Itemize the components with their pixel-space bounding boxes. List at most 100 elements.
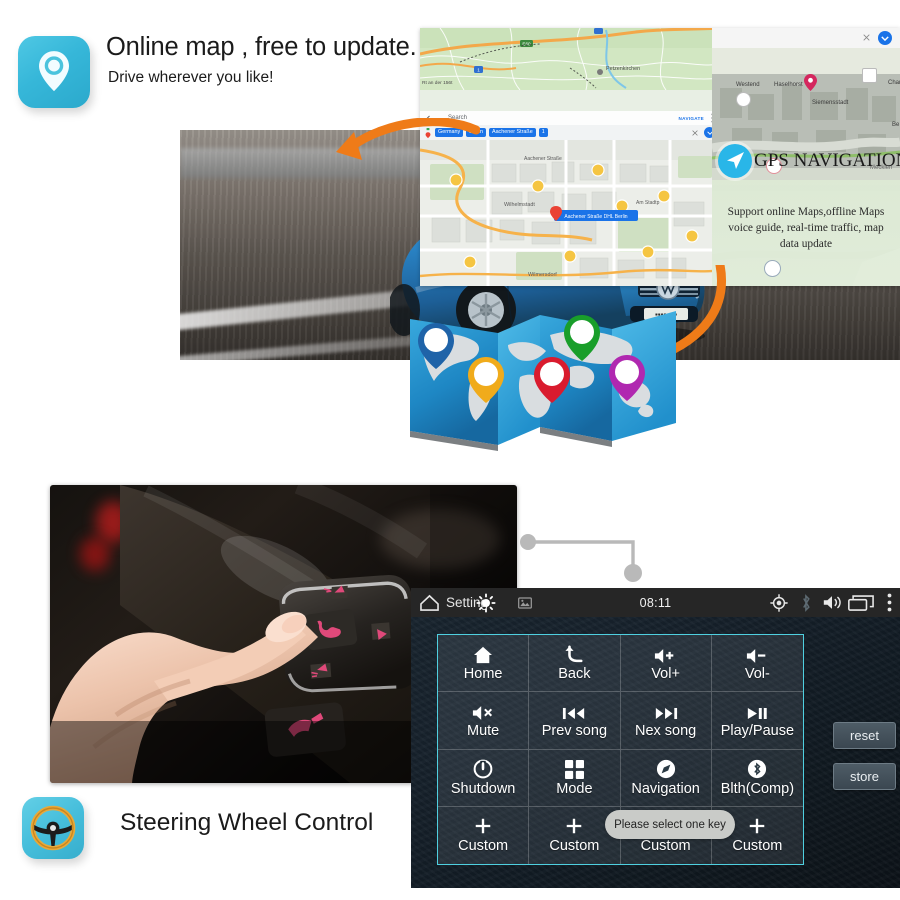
key-label: Blth(Comp) <box>720 780 795 797</box>
map-upper-svg: Petzenkirchen Rt an der 156t E60 1 <box>420 28 720 90</box>
navigate-button[interactable]: NAVIGATE <box>679 116 704 121</box>
reset-button[interactable]: reset <box>833 722 896 749</box>
connector-dot-right <box>624 564 642 582</box>
key-label: Vol- <box>744 666 770 683</box>
steering-wheel-control-block: Steering Wheel Control <box>22 797 422 873</box>
key-bluetooth-comp[interactable]: Blth(Comp) <box>711 749 803 807</box>
play-pause-icon <box>746 701 768 721</box>
svg-text:Am Stadtp: Am Stadtp <box>636 200 660 206</box>
recents-icon[interactable] <box>848 594 874 611</box>
map-address-chips[interactable]: Germany Berlin Aachener Straße 1 <box>420 125 720 140</box>
grid-mode-icon <box>564 759 584 779</box>
power-icon <box>473 759 493 779</box>
key-label: Custom <box>640 838 691 855</box>
map-search-bar[interactable]: Search NAVIGATE <box>420 111 720 125</box>
headline-text: Online map , free to update. Drive where… <box>106 33 446 87</box>
svg-text:Wilhelmstadt: Wilhelmstadt <box>504 202 535 208</box>
chevron-down-icon[interactable] <box>878 31 892 45</box>
svg-text:Aachener Straße DHL Berlin: Aachener Straße DHL Berlin <box>564 214 627 220</box>
key-back[interactable]: Back <box>529 635 621 693</box>
search-input[interactable]: Search <box>448 115 467 121</box>
poi-be: Be <box>892 122 900 128</box>
key-label: Navigation <box>631 780 700 797</box>
key-custom-1[interactable]: Custom <box>438 806 530 864</box>
close-icon[interactable] <box>692 129 698 136</box>
chip-city[interactable]: Berlin <box>466 128 486 137</box>
connector-line <box>520 534 642 582</box>
transit-icon <box>764 260 781 277</box>
origin-destination-icon <box>425 127 431 138</box>
back-arrow-icon[interactable] <box>425 114 434 123</box>
store-button[interactable]: store <box>833 763 896 790</box>
plus-icon <box>473 816 493 836</box>
volume-up-icon <box>654 644 677 664</box>
connector-dot-left <box>520 534 536 550</box>
svg-text:Petzenkirchen: Petzenkirchen <box>606 66 640 72</box>
key-label: Mode <box>556 780 593 797</box>
map-pin-icon <box>18 36 90 108</box>
overflow-menu-icon[interactable] <box>887 593 892 612</box>
close-icon[interactable] <box>863 34 870 41</box>
location-crosshair-icon[interactable] <box>770 593 788 612</box>
map-lower-svg: Aachener Straße Wilhelmstadt Wilmersdorf… <box>420 140 720 286</box>
key-vol-up[interactable]: Vol+ <box>620 635 712 693</box>
top-promo-section: ▪▪▪▪ ▪▪▪ Online map , <box>0 0 900 470</box>
chip-number[interactable]: 1 <box>538 128 548 137</box>
key-label: Play/Pause <box>720 723 795 740</box>
chip-country[interactable]: Germany <box>435 128 464 137</box>
poi-square-icon <box>862 68 877 83</box>
steering-wheel-icon <box>22 797 84 859</box>
map-marker-icon <box>804 74 817 91</box>
key-mute[interactable]: Mute <box>438 692 530 750</box>
svg-text:Aachener Straße: Aachener Straße <box>524 156 562 162</box>
plus-icon <box>564 816 584 836</box>
compass-icon <box>656 759 676 779</box>
poi-round-icon <box>736 92 751 107</box>
key-next-song[interactable]: Nex song <box>620 692 712 750</box>
key-vol-down[interactable]: Vol- <box>711 635 803 693</box>
key-label: Mute <box>467 723 500 740</box>
key-mode[interactable]: Mode <box>529 749 621 807</box>
headline-block: Online map , free to update. Drive where… <box>18 33 438 128</box>
head-unit-screen: Setting 08:11 Home Back Vol+ Vol- Mute P… <box>411 588 900 888</box>
key-label: Custom <box>549 838 600 855</box>
key-label: Custom <box>458 838 509 855</box>
back-arrow-icon <box>564 644 584 664</box>
map-lower-view: Aachener Straße Wilhelmstadt Wilmersdorf… <box>420 140 720 286</box>
page-subtitle: Drive wherever you like! <box>108 69 274 86</box>
skip-next-icon <box>654 701 678 721</box>
gps-title-row: GPS NAVIGATION <box>718 140 900 182</box>
gps-description: Support online Maps,offline Maps voice g… <box>727 206 885 250</box>
steering-wheel-control-label: Steering Wheel Control <box>120 809 374 836</box>
home-filled-icon <box>473 644 493 664</box>
key-label: Custom <box>732 838 783 855</box>
tooltip-select-key: Please select one key <box>605 810 735 839</box>
svg-text:Wilmersdorf: Wilmersdorf <box>528 272 557 278</box>
volume-down-icon <box>746 644 769 664</box>
pin-glyph <box>39 51 69 92</box>
chip-street[interactable]: Aachener Straße <box>488 128 536 137</box>
svg-text:E60: E60 <box>522 42 531 47</box>
key-shutdown[interactable]: Shutdown <box>438 749 530 807</box>
poi-siemensstadt: Siemensstadt <box>812 100 849 106</box>
bluetooth-icon[interactable] <box>800 593 812 612</box>
world-map-with-pins <box>410 311 676 451</box>
gps-navigation-panel: Westend Haselhorst Siemensstadt Char Be … <box>712 28 900 286</box>
brightness-sun-icon[interactable] <box>476 592 496 613</box>
volume-mute-icon <box>472 701 495 721</box>
key-home[interactable]: Home <box>438 635 530 693</box>
key-label: Shutdown <box>450 780 516 797</box>
key-prev-song[interactable]: Prev song <box>529 692 621 750</box>
key-label: Home <box>463 666 503 683</box>
status-bar: Setting 08:11 <box>411 588 900 617</box>
key-label: Vol+ <box>651 666 680 683</box>
volume-icon[interactable] <box>822 594 842 611</box>
key-play-pause[interactable]: Play/Pause <box>711 692 803 750</box>
plus-icon <box>747 816 767 836</box>
poi-char: Char <box>888 80 900 86</box>
key-navigation[interactable]: Navigation <box>620 749 712 807</box>
page-title: Online map , free to update. <box>106 33 417 61</box>
skip-previous-icon <box>562 701 586 721</box>
key-label: Back <box>558 666 591 683</box>
navigation-arrow-icon <box>718 144 752 178</box>
